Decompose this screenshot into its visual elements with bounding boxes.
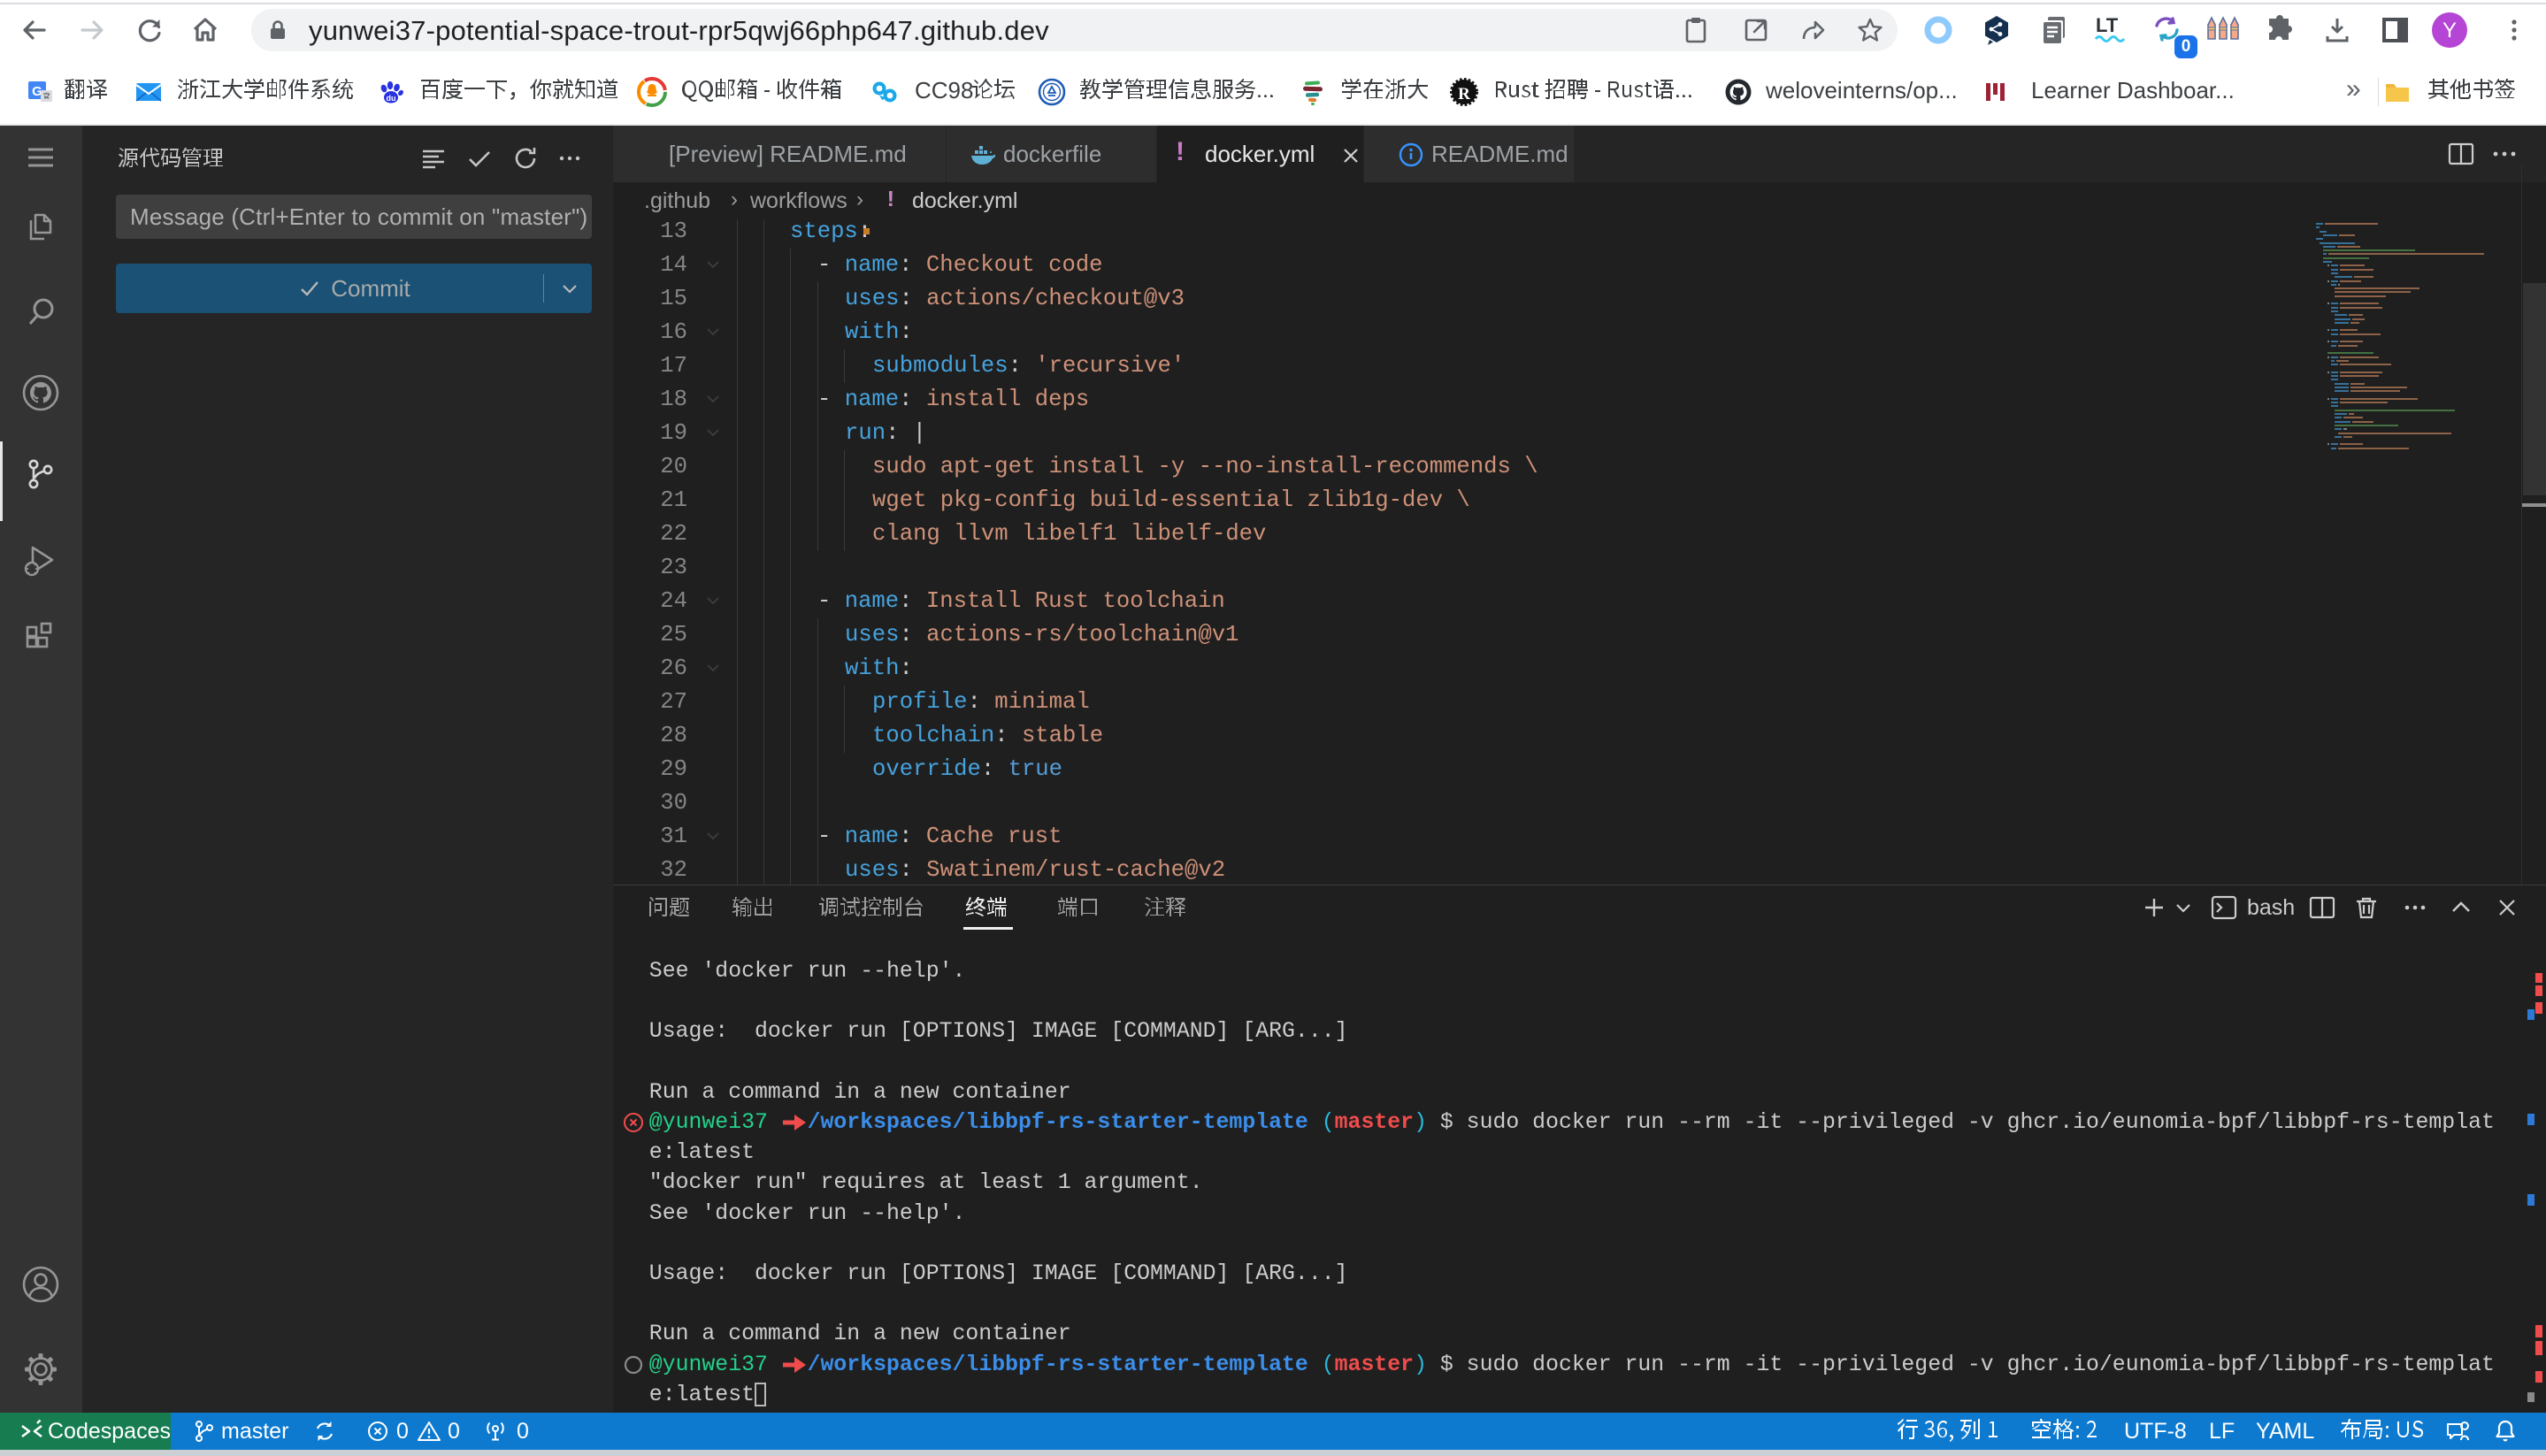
svg-text:LT: LT xyxy=(2096,14,2119,36)
svg-text:R: R xyxy=(1458,85,1470,103)
svg-text:Y: Y xyxy=(2442,19,2457,42)
svg-text:du: du xyxy=(387,94,396,103)
